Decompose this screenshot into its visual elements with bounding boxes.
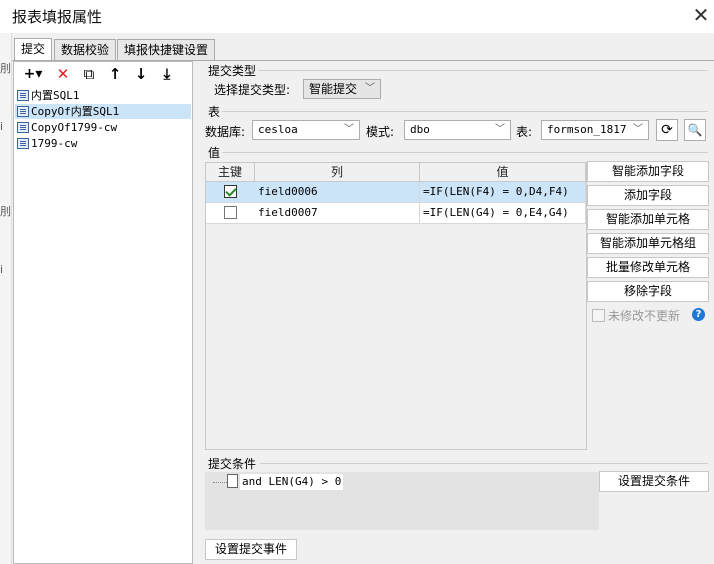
smart-add-cell-button[interactable]: 智能添加单元格: [587, 209, 709, 230]
submit-condition-group-label: 提交条件: [208, 457, 257, 471]
chevron-down-icon: ﹀: [365, 83, 375, 94]
edge-mark: 刖: [0, 205, 11, 218]
chevron-down-icon: ﹀: [495, 124, 505, 135]
database-label: 数据库:: [205, 125, 246, 139]
column-header-key[interactable]: 主键: [206, 163, 255, 182]
submit-type-select[interactable]: 智能提交 ﹀: [303, 79, 381, 99]
column-header-value[interactable]: 值: [420, 163, 586, 182]
tree-item-label: 1799-cw: [31, 137, 78, 150]
submit-type-value: 智能提交: [309, 82, 358, 96]
move-down-icon[interactable]: ↓: [130, 64, 152, 84]
group-separator: [222, 111, 708, 112]
tree-item-label: 内置SQL1: [31, 89, 80, 102]
refresh-icon[interactable]: ⟳: [656, 119, 678, 141]
tab-shortcut-settings[interactable]: 填报快捷键设置: [117, 39, 216, 61]
database-select[interactable]: cesloa ﹀: [252, 120, 360, 140]
primary-key-checkbox[interactable]: [224, 185, 237, 198]
dialog-title: 报表填报属性: [12, 8, 103, 26]
table-icon: [17, 90, 29, 101]
value-cell[interactable]: =IF(LEN(F4) = 0,D4,F4): [420, 182, 586, 202]
add-field-button[interactable]: 添加字段: [587, 185, 709, 206]
remove-field-button[interactable]: 移除字段: [587, 281, 709, 302]
add-icon[interactable]: +▾: [20, 64, 46, 84]
table-row[interactable]: field0006 =IF(LEN(F4) = 0,D4,F4): [206, 182, 586, 203]
background-window-edge: [0, 33, 12, 564]
value-cell[interactable]: =IF(LEN(G4) = 0,E4,G4): [420, 203, 586, 223]
document-icon: [227, 474, 238, 488]
move-up-icon[interactable]: ↑: [104, 64, 126, 84]
set-submit-condition-button[interactable]: 设置提交条件: [599, 471, 709, 492]
table-select[interactable]: formson_1817 ﹀: [541, 120, 649, 140]
tab-submit[interactable]: 提交: [14, 38, 53, 61]
tab-data-validation[interactable]: 数据校验: [54, 39, 117, 61]
submit-type-group-label: 提交类型: [208, 64, 257, 78]
value-group-label: 值: [208, 146, 221, 160]
schema-value: dbo: [410, 123, 430, 136]
group-separator: [258, 70, 708, 71]
database-value: cesloa: [258, 123, 298, 136]
table-label: 表:: [516, 125, 533, 139]
table-icon: [17, 106, 29, 117]
submit-type-label: 选择提交类型:: [214, 83, 291, 97]
column-header-column[interactable]: 列: [255, 163, 420, 182]
tree-item[interactable]: CopyOf1799-cw: [15, 120, 117, 135]
chevron-down-icon: ﹀: [344, 124, 354, 135]
tree-item[interactable]: 内置SQL1: [15, 88, 80, 103]
title-bar: [0, 0, 714, 33]
edge-mark: i: [0, 120, 4, 133]
table-icon: [17, 138, 29, 149]
primary-key-checkbox[interactable]: [224, 206, 237, 219]
tree-item-selected[interactable]: CopyOf内置SQL1: [15, 104, 191, 119]
table-row[interactable]: field0007 =IF(LEN(G4) = 0,E4,G4): [206, 203, 586, 224]
table-value: formson_1817: [547, 123, 627, 136]
group-separator: [260, 463, 708, 464]
batch-modify-cell-button[interactable]: 批量修改单元格: [587, 257, 709, 278]
tree-item[interactable]: 1799-cw: [15, 136, 77, 151]
schema-label: 模式:: [366, 125, 395, 139]
tree-connector: [213, 482, 227, 483]
condition-node[interactable]: and LEN(G4) > 0: [240, 474, 344, 490]
copy-icon[interactable]: ⧉: [78, 64, 100, 84]
column-name-cell[interactable]: field0007: [255, 203, 420, 223]
no-update-checkbox[interactable]: [592, 309, 605, 322]
smart-add-cell-group-button[interactable]: 智能添加单元格组: [587, 233, 709, 254]
column-name-cell[interactable]: field0006: [255, 182, 420, 202]
table-group-label: 表: [208, 105, 221, 119]
tree-item-label: CopyOf1799-cw: [31, 121, 118, 134]
schema-select[interactable]: dbo ﹀: [404, 120, 511, 140]
delete-icon[interactable]: ✕: [52, 64, 74, 84]
edge-mark: 刖: [0, 62, 11, 75]
smart-add-field-button[interactable]: 智能添加字段: [587, 161, 709, 182]
no-update-label: 未修改不更新: [608, 309, 681, 323]
set-submit-event-button[interactable]: 设置提交事件: [205, 539, 297, 560]
help-icon[interactable]: ?: [692, 308, 705, 321]
close-icon[interactable]: ✕: [690, 4, 712, 26]
tree-item-label: CopyOf内置SQL1: [31, 105, 120, 118]
move-bottom-icon[interactable]: ⤓: [156, 64, 178, 84]
edge-mark: i: [0, 263, 4, 276]
group-separator: [222, 152, 708, 153]
preview-icon[interactable]: 🔍: [684, 119, 706, 141]
table-icon: [17, 122, 29, 133]
chevron-down-icon: ﹀: [633, 124, 643, 135]
